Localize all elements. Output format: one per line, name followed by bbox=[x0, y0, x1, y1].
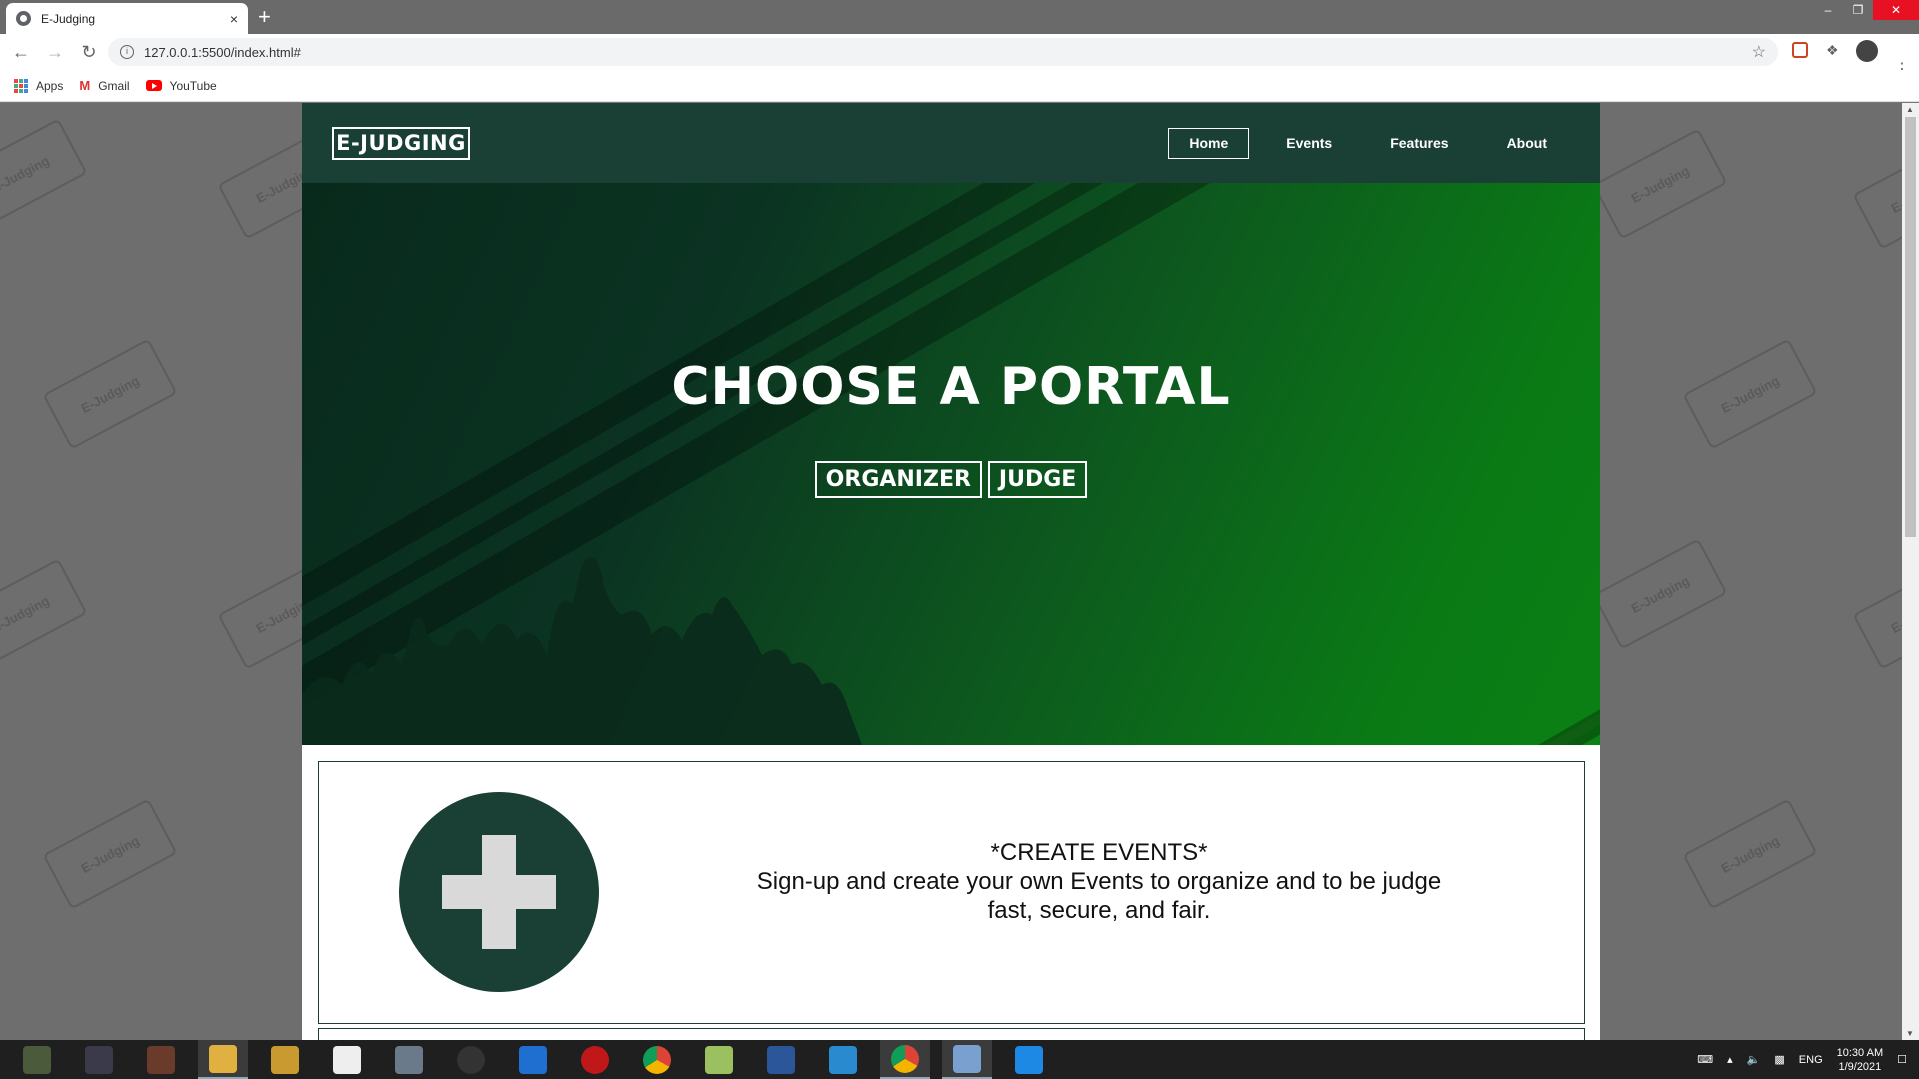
taskbar-app-icon[interactable] bbox=[942, 1040, 992, 1079]
notification-icon[interactable]: ☐ bbox=[1897, 1053, 1907, 1066]
scrollbar-thumb[interactable] bbox=[1905, 117, 1916, 537]
judge-portal-button[interactable]: JUDGE bbox=[987, 461, 1088, 498]
taskbar-app-icon[interactable] bbox=[260, 1040, 310, 1079]
hero-stripe bbox=[1339, 613, 1600, 745]
watermark-badge: E-Judging bbox=[1682, 338, 1818, 450]
taskbar-app-icon[interactable] bbox=[384, 1040, 434, 1079]
taskbar-game-character-icon[interactable] bbox=[136, 1040, 186, 1079]
webpage: E-JUDGING Home Events Features About CHO… bbox=[302, 103, 1600, 1040]
taskbar-game-mw-icon[interactable] bbox=[12, 1040, 62, 1079]
bookmarks-bar: Apps M Gmail YouTube bbox=[0, 70, 1919, 102]
taskbar-file-explorer-icon[interactable] bbox=[198, 1040, 248, 1079]
back-arrow-icon[interactable]: ← bbox=[8, 42, 34, 63]
nav-features[interactable]: Features bbox=[1369, 128, 1469, 159]
tab-close-icon[interactable]: × bbox=[230, 11, 238, 27]
page-viewport: E-Judging E-Judging E-Judging E-Judging … bbox=[0, 103, 1919, 1040]
scroll-up-arrow-icon[interactable]: ▲ bbox=[1906, 105, 1914, 114]
tray-chevron-icon[interactable]: ▴ bbox=[1727, 1053, 1733, 1066]
portal-buttons: ORGANIZER JUDGE bbox=[302, 461, 1600, 498]
organizer-portal-button[interactable]: ORGANIZER bbox=[814, 461, 982, 498]
watermark-badge: E-Judging bbox=[42, 798, 178, 910]
keyboard-icon[interactable]: ⌨ bbox=[1697, 1053, 1713, 1066]
bookmark-label: Apps bbox=[36, 78, 64, 93]
volume-icon[interactable]: 🔈 bbox=[1747, 1053, 1761, 1066]
taskbar-chrome-active-icon[interactable] bbox=[880, 1040, 930, 1079]
plus-circle-icon bbox=[399, 792, 599, 992]
globe-icon bbox=[16, 11, 31, 26]
extensions-puzzle-icon[interactable]: ❖ bbox=[1826, 42, 1839, 59]
taskbar-game-icon[interactable] bbox=[74, 1040, 124, 1079]
new-tab-button[interactable]: + bbox=[258, 4, 271, 30]
site-info-icon[interactable]: i bbox=[120, 45, 134, 59]
apps-grid-icon bbox=[14, 78, 28, 93]
system-tray: ⌨ ▴ 🔈 ▩ ENG 10:30 AM 1/9/2021 ☐ bbox=[1683, 1040, 1907, 1079]
taskbar-app-icon[interactable] bbox=[322, 1040, 372, 1079]
site-logo[interactable]: E-JUDGING bbox=[332, 127, 470, 160]
hero-title: CHOOSE A PORTAL bbox=[671, 357, 1231, 417]
address-bar: ← → ↻ i 127.0.0.1:5500/index.html# ☆ ❖ ⋮ bbox=[0, 34, 1919, 78]
feature-heading: *CREATE EVENTS* bbox=[990, 839, 1208, 866]
bookmark-star-icon[interactable]: ☆ bbox=[1752, 42, 1766, 62]
watermark-badge: E-Judging bbox=[42, 338, 178, 450]
main-nav: Home Events Features About bbox=[1152, 128, 1568, 159]
pocket-extension-icon[interactable] bbox=[1792, 42, 1808, 58]
taskbar-word-icon[interactable] bbox=[756, 1040, 806, 1079]
browser-tab-strip: E-Judging × + – ❐ ✕ bbox=[0, 0, 1919, 34]
taskbar-app-icon[interactable] bbox=[694, 1040, 744, 1079]
watermark-badge: E-Judging bbox=[1592, 538, 1728, 650]
crowd-silhouette-image bbox=[302, 557, 862, 745]
profile-avatar[interactable] bbox=[1856, 40, 1878, 62]
site-header: E-JUDGING Home Events Features About bbox=[302, 103, 1600, 183]
watermark-badge: E-Judging bbox=[0, 558, 88, 670]
feature-card-text: *CREATE EVENTS* Sign-up and create your … bbox=[719, 838, 1479, 925]
window-close-icon[interactable]: ✕ bbox=[1873, 0, 1919, 20]
url-field[interactable]: i 127.0.0.1:5500/index.html# ☆ bbox=[108, 38, 1778, 66]
minimize-icon[interactable]: – bbox=[1813, 0, 1843, 20]
browser-tab[interactable]: E-Judging × bbox=[6, 3, 248, 34]
page-scrollbar[interactable]: ▲ ▼ bbox=[1902, 103, 1919, 1040]
bookmark-youtube[interactable]: YouTube bbox=[145, 78, 217, 93]
taskbar-vscode-icon[interactable] bbox=[1004, 1040, 1054, 1079]
bookmark-label: Gmail bbox=[98, 78, 130, 93]
reload-icon[interactable]: ↻ bbox=[76, 42, 102, 63]
hero-stripe bbox=[1296, 634, 1600, 745]
gmail-icon: M bbox=[79, 78, 91, 93]
youtube-icon bbox=[145, 80, 162, 91]
bookmark-label: YouTube bbox=[169, 78, 217, 93]
url-text: 127.0.0.1:5500/index.html# bbox=[144, 44, 301, 60]
clock-date: 1/9/2021 bbox=[1838, 1060, 1882, 1073]
taskbar-power-icon[interactable] bbox=[570, 1040, 620, 1079]
feature-description-line1: Sign-up and create your own Events to or… bbox=[756, 868, 1442, 895]
bookmark-gmail[interactable]: M Gmail bbox=[79, 78, 129, 93]
window-controls: – ❐ ✕ bbox=[1813, 0, 1919, 20]
scroll-down-arrow-icon[interactable]: ▼ bbox=[1906, 1029, 1914, 1038]
windows-taskbar: ⌨ ▴ 🔈 ▩ ENG 10:30 AM 1/9/2021 ☐ bbox=[0, 1040, 1919, 1079]
forward-arrow-icon[interactable]: → bbox=[42, 42, 68, 63]
language-indicator[interactable]: ENG bbox=[1799, 1054, 1823, 1066]
taskbar-app-icon[interactable] bbox=[818, 1040, 868, 1079]
clock-time: 10:30 AM bbox=[1836, 1046, 1884, 1059]
watermark-badge: E-Judging bbox=[1682, 798, 1818, 910]
tab-title: E-Judging bbox=[41, 11, 96, 26]
system-clock[interactable]: 10:30 AM 1/9/2021 bbox=[1837, 1046, 1883, 1074]
bookmark-apps[interactable]: Apps bbox=[14, 78, 64, 93]
hero-banner: CHOOSE A PORTAL ORGANIZER JUDGE bbox=[302, 183, 1600, 745]
network-icon[interactable]: ▩ bbox=[1774, 1053, 1784, 1066]
watermark-badge: E-Judging bbox=[1592, 128, 1728, 240]
taskbar-chrome-icon[interactable] bbox=[632, 1040, 682, 1079]
nav-events[interactable]: Events bbox=[1265, 128, 1353, 159]
taskbar-app-icon[interactable] bbox=[508, 1040, 558, 1079]
feature-card-next bbox=[318, 1028, 1585, 1040]
feature-card-create-events: *CREATE EVENTS* Sign-up and create your … bbox=[318, 761, 1585, 1024]
restore-icon[interactable]: ❐ bbox=[1843, 0, 1873, 20]
watermark-badge: E-Judging bbox=[0, 118, 88, 230]
nav-about[interactable]: About bbox=[1486, 128, 1568, 159]
nav-home[interactable]: Home bbox=[1168, 128, 1250, 159]
taskbar-speaker-app-icon[interactable] bbox=[446, 1040, 496, 1079]
feature-description-line2: fast, secure, and fair. bbox=[987, 897, 1211, 924]
